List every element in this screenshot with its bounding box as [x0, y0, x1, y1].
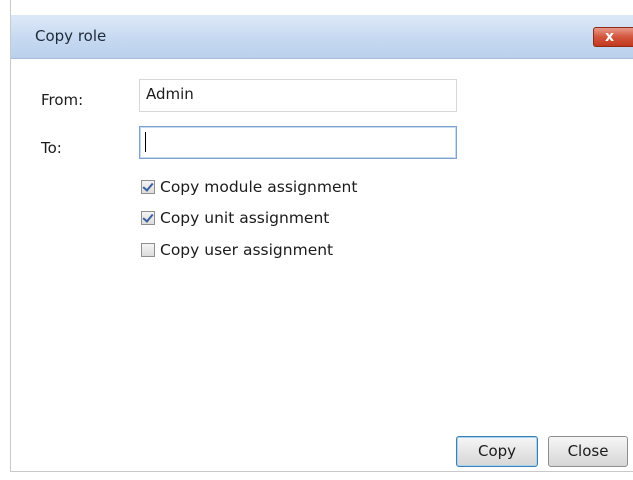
from-value: Admin — [146, 85, 194, 103]
from-label: From: — [41, 91, 84, 109]
copy-user-assignment-checkbox[interactable] — [141, 243, 155, 257]
close-glyph: x — [605, 29, 615, 45]
copy-button[interactable]: Copy — [456, 436, 538, 467]
dialog-title: Copy role — [35, 27, 107, 45]
copy-user-assignment-label: Copy user assignment — [160, 241, 334, 259]
option-copy-user-assignment[interactable]: Copy user assignment — [141, 240, 333, 260]
copy-unit-assignment-label: Copy unit assignment — [160, 209, 330, 227]
copy-module-assignment-checkbox[interactable] — [141, 180, 155, 194]
checkmark-icon — [142, 211, 154, 223]
close-button[interactable]: Close — [548, 436, 628, 467]
option-copy-module-assignment[interactable]: Copy module assignment — [141, 177, 357, 197]
dialog-titlebar[interactable]: Copy role x — [11, 15, 633, 59]
from-field[interactable]: Admin — [139, 79, 457, 112]
dialog-frame-left — [0, 0, 10, 480]
text-caret — [145, 132, 146, 152]
copy-role-dialog: Copy role x From: Admin To: Copy module … — [0, 0, 633, 480]
copy-unit-assignment-checkbox[interactable] — [141, 211, 155, 225]
copy-module-assignment-label: Copy module assignment — [160, 178, 358, 196]
checkmark-icon — [142, 180, 154, 192]
close-icon[interactable]: x — [593, 27, 633, 47]
dialog-frame-left-border — [10, 0, 11, 480]
option-copy-unit-assignment[interactable]: Copy unit assignment — [141, 208, 329, 228]
to-field[interactable] — [139, 126, 457, 159]
to-label: To: — [41, 139, 62, 157]
dialog-frame-bottom — [10, 472, 633, 480]
